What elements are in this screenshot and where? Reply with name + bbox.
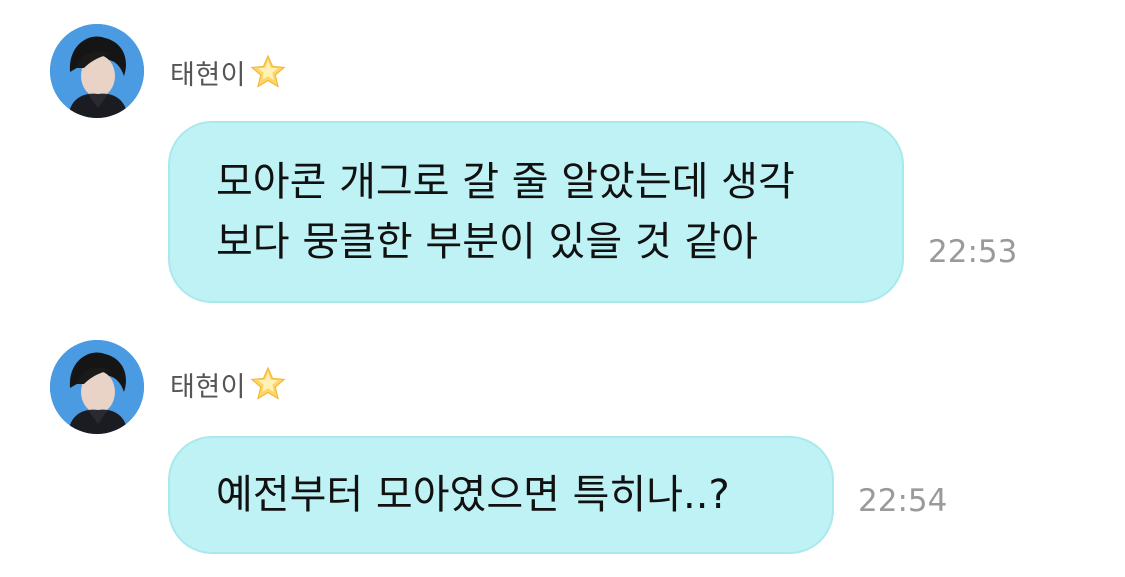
avatar-portrait-icon	[50, 340, 144, 434]
message-bubble[interactable]: 예전부터 모아였으면 특히나..?	[168, 436, 834, 554]
star-icon	[250, 366, 286, 402]
sender-name: 태현이	[170, 371, 247, 403]
avatar[interactable]	[50, 340, 144, 434]
message-timestamp: 22:54	[858, 483, 948, 519]
message-text-line: 예전부터 모아였으면 특히나..?	[216, 472, 730, 518]
sender-row: 태현이	[170, 364, 286, 404]
message-group: 태현이 예전부터 모아였으면 특히나..? 22:54	[0, 0, 1125, 577]
